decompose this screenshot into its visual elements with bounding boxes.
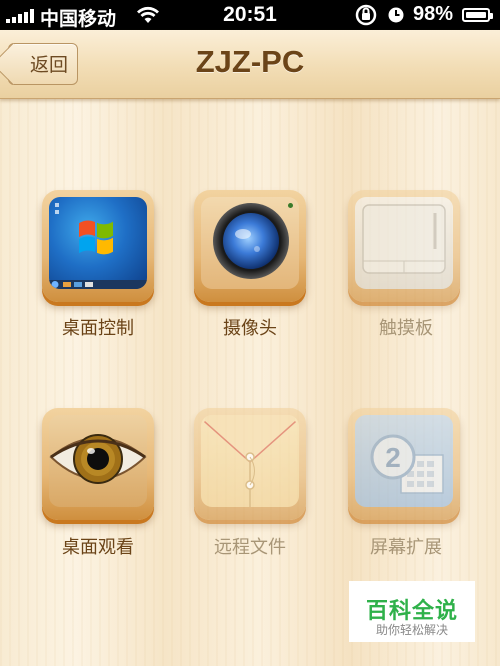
- label-desktop-view: 桌面观看: [62, 537, 134, 558]
- label-remote-files: 远程文件: [214, 537, 286, 558]
- page-title: ZJZ-PC: [195, 44, 305, 79]
- windows-desktop-icon: [49, 197, 147, 289]
- label-touchpad: 触摸板: [379, 318, 433, 339]
- envelope-icon: [201, 415, 299, 507]
- watermark-badge: 百科全说 助你轻松解决: [349, 581, 475, 642]
- watermark-subtitle: 助你轻松解决: [375, 623, 448, 637]
- tile-remote-files[interactable]: [194, 408, 306, 520]
- touchpad-icon: [355, 197, 453, 289]
- tile-screen-extend[interactable]: 2: [348, 408, 460, 520]
- tile-touchpad[interactable]: [348, 190, 460, 302]
- battery-fill: [466, 12, 486, 18]
- screen-extend-icon: 2: [355, 415, 453, 507]
- battery-icon: [462, 8, 493, 22]
- label-desktop-control: 桌面控制: [62, 318, 134, 339]
- status-bar: 中国移动 20:51 98%: [0, 0, 500, 30]
- tile-desktop-control[interactable]: [42, 190, 154, 302]
- battery-percent: 98%: [413, 3, 454, 25]
- eye-icon: [49, 415, 147, 507]
- label-screen-extend: 屏幕扩展: [370, 537, 442, 558]
- alarm-icon: [388, 7, 404, 23]
- label-camera: 摄像头: [223, 318, 277, 339]
- screen-extend-number: 2: [385, 442, 401, 473]
- rotation-lock-icon: [355, 4, 377, 26]
- tile-desktop-view[interactable]: [42, 408, 154, 520]
- tile-camera[interactable]: [194, 190, 306, 302]
- camera-lens-icon: [201, 197, 299, 289]
